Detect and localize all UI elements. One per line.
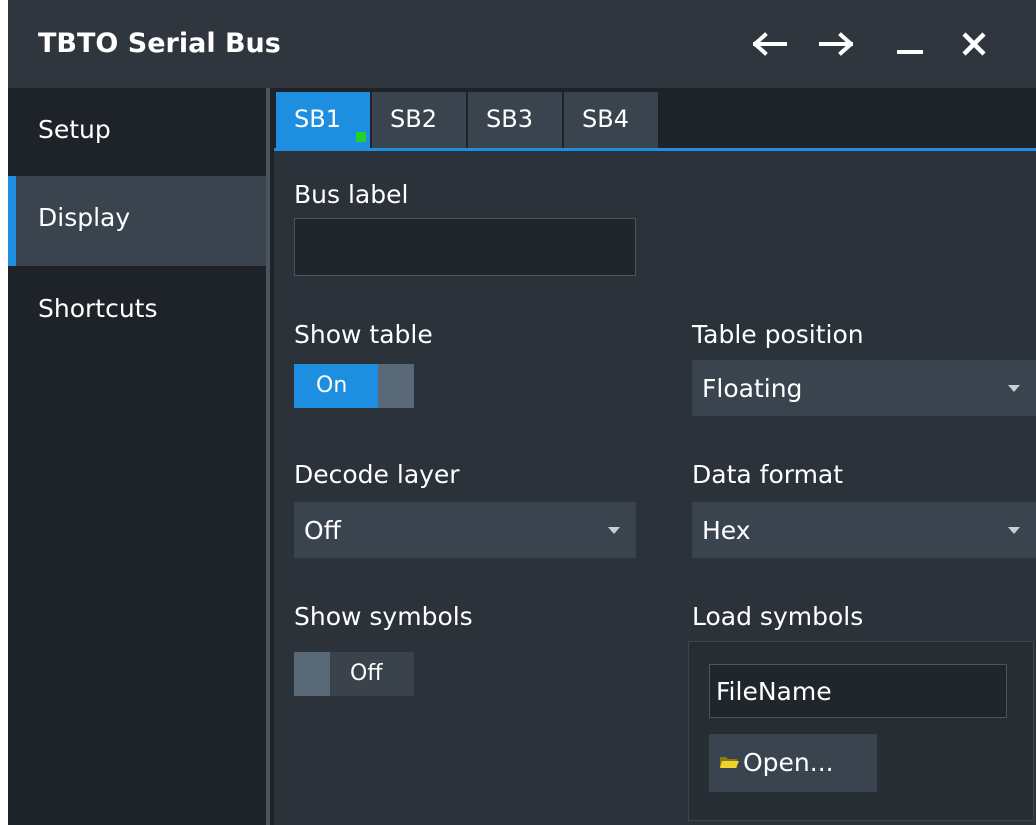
sidebar-divider [266,88,270,825]
tab-sb3[interactable]: SB3 [468,92,562,148]
tab-sb2[interactable]: SB2 [372,92,466,148]
chevron-down-icon [1008,385,1020,392]
decode-layer-select[interactable]: Off [294,502,636,558]
sidebar-item-display[interactable]: Display [8,176,266,266]
minimize-icon[interactable] [888,22,932,66]
tab-label: SB3 [486,105,533,133]
folder-icon [719,754,739,774]
load-symbols-label: Load symbols [692,602,864,631]
arrow-left-icon[interactable] [748,22,792,66]
open-button-label: Open... [743,748,834,777]
toggle-on-state: On [294,364,380,408]
display-panel: SB1 SB2 SB3 SB4 Bus label Show table On … [274,88,1036,825]
toggle-knob [378,364,414,408]
filename-field[interactable]: FileName [709,664,1007,718]
decode-layer-label: Decode layer [294,460,460,489]
sidebar-item-label: Shortcuts [38,294,158,323]
tab-label: SB1 [294,105,341,133]
bus-label-label: Bus label [294,180,409,209]
active-indicator-icon [356,132,366,142]
toggle-state-label: On [316,373,348,398]
tab-sb4[interactable]: SB4 [564,92,658,148]
sidebar-item-label: Display [38,203,131,232]
show-table-toggle[interactable]: On [294,364,414,408]
show-table-label: Show table [294,320,433,349]
show-symbols-label: Show symbols [294,602,473,631]
select-value: Hex [702,516,751,545]
select-value: Floating [702,374,803,403]
load-symbols-group: FileName Open... [688,641,1034,821]
dialog-title: TBTO Serial Bus [38,28,281,59]
tab-label: SB2 [390,105,437,133]
data-format-select[interactable]: Hex [692,502,1036,558]
data-format-label: Data format [692,460,844,489]
open-button[interactable]: Open... [709,734,877,792]
chevron-down-icon [608,527,620,534]
close-icon[interactable] [952,22,996,66]
tab-label: SB4 [582,105,629,133]
sidebar: Setup Display Shortcuts [8,88,266,825]
show-symbols-toggle[interactable]: Off [294,652,414,696]
chevron-down-icon [1008,527,1020,534]
table-position-select[interactable]: Floating [692,360,1036,416]
toggle-knob [294,652,330,696]
arrow-right-icon[interactable] [814,22,858,66]
title-bar: TBTO Serial Bus [8,0,1036,88]
serial-bus-dialog: TBTO Serial Bus Setup Display Shortcuts … [8,0,1036,825]
sidebar-item-shortcuts[interactable]: Shortcuts [8,266,266,356]
bus-label-input[interactable] [294,218,636,276]
tab-sb1[interactable]: SB1 [276,92,370,148]
select-value: Off [304,516,341,545]
sidebar-item-setup[interactable]: Setup [8,88,266,178]
tab-underline [274,148,1036,151]
sidebar-item-label: Setup [38,115,111,144]
bus-tabs: SB1 SB2 SB3 SB4 [274,88,1036,151]
filename-value: FileName [716,677,832,706]
toggle-state-label: Off [350,661,383,686]
table-position-label: Table position [692,320,864,349]
